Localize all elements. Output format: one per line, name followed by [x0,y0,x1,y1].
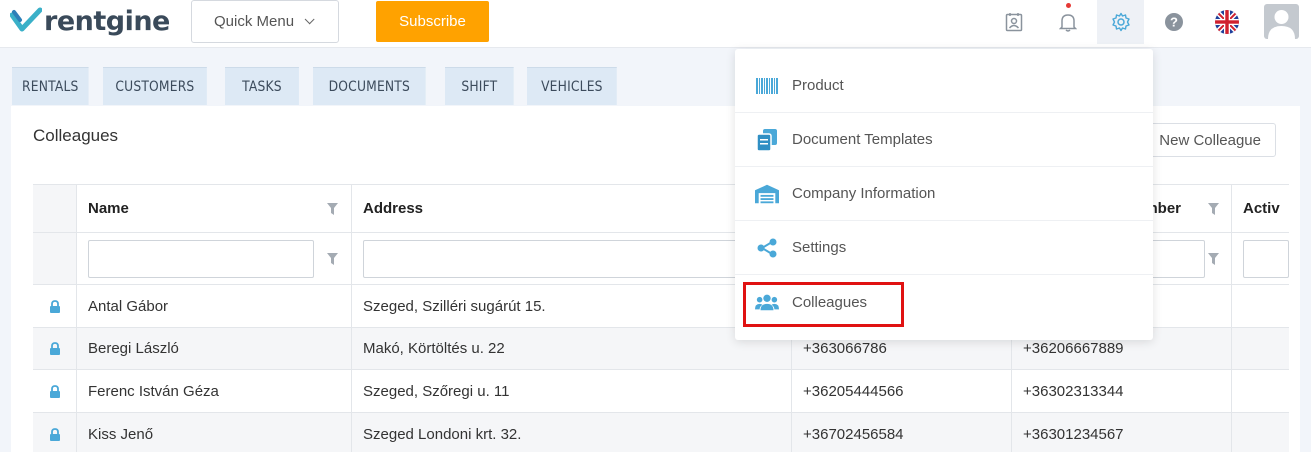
lock-icon [49,299,60,313]
phone-number-cell: +36301234567 [1012,413,1232,452]
name-filter-input[interactable] [88,239,314,278]
name-cell: Beregi László [77,328,352,369]
notification-dot [1066,3,1071,8]
lock-cell [33,370,77,412]
quick-menu-dropdown[interactable]: Quick Menu [191,0,339,43]
subscribe-button[interactable]: Subscribe [376,1,489,42]
address-cell: Szeged Londoni krt. 32. [352,413,792,452]
logo-icon [10,7,42,32]
warehouse-icon [755,182,779,206]
menu-item-label: Company Information [792,185,936,202]
address-cell: Szeged, Szilléri sugárút 15. [352,285,792,327]
user-avatar-icon [1268,10,1295,39]
help-icon[interactable]: ? [1158,6,1190,38]
lock-icon [49,342,60,355]
active-cell [1232,413,1289,452]
svg-text:?: ? [1170,15,1178,30]
user-avatar[interactable] [1264,4,1299,39]
tab-tasks[interactable]: TASKS [225,67,299,105]
filter-icon[interactable] [327,252,338,265]
header-name[interactable]: Name [77,185,352,232]
filter-icon[interactable] [1208,202,1219,215]
active-filter-input[interactable] [1243,239,1289,278]
header-lock-column [33,185,77,232]
lock-icon [49,427,60,441]
phone-cell: +36205444566 [792,370,1012,412]
calendar-contact-icon[interactable] [998,6,1030,38]
menu-item-product[interactable]: Product [735,59,1153,113]
table-row[interactable]: Ferenc István Géza Szeged, Szőregi u. 11… [33,370,1289,413]
quick-menu-label: Quick Menu [214,13,295,30]
active-cell [1232,370,1289,412]
phone-cell: +36702456584 [792,413,1012,452]
filter-cell-name [77,233,352,284]
main-tabs: RENTALS CUSTOMERS TASKS DOCUMENTS SHIFT … [12,67,629,105]
menu-item-settings[interactable]: Settings [735,221,1153,275]
top-bar: rentgine Quick Menu Subscribe ? [0,0,1311,48]
name-cell: Antal Gábor [77,285,352,327]
tab-documents[interactable]: DOCUMENTS [313,67,426,105]
lock-icon [49,384,60,398]
new-colleague-button[interactable]: New Colleague [1149,123,1276,157]
address-cell: Makó, Körtöltés u. 22 [352,328,792,369]
address-cell: Szeged, Szőregi u. 11 [352,370,792,412]
colleagues-highlight-box [743,282,904,327]
name-cell: Ferenc István Géza [77,370,352,412]
logo[interactable]: rentgine [10,5,170,37]
tab-customers[interactable]: CUSTOMERS [103,67,207,105]
menu-item-document-templates[interactable]: Document Templates [735,113,1153,167]
active-cell [1232,285,1289,327]
filter-cell-address [352,233,792,284]
menu-item-company-information[interactable]: Company Information [735,167,1153,221]
filter-lock-column [33,233,77,284]
table-row[interactable]: Kiss Jenő Szeged Londoni krt. 32. +36702… [33,413,1289,452]
header-address[interactable]: Address [352,185,792,232]
menu-item-label: Settings [792,239,847,256]
lock-cell [33,413,77,452]
brand-name: rentgine [44,5,170,37]
name-cell: Kiss Jenő [77,413,352,452]
share-icon [755,236,779,260]
page-title: Colleagues [33,126,119,145]
active-cell [1232,328,1289,369]
header-active[interactable]: Activ [1232,185,1289,232]
menu-item-label: Document Templates [792,131,933,148]
filter-cell-active [1232,233,1289,284]
address-filter-input[interactable] [363,239,783,278]
barcode-icon [755,74,779,98]
tab-vehicles[interactable]: VEHICLES [527,67,617,105]
filter-icon[interactable] [1208,252,1219,265]
phone-number-cell: +36302313344 [1012,370,1232,412]
lock-cell [33,285,77,327]
tab-rentals[interactable]: RENTALS [12,67,89,105]
filter-icon[interactable] [327,202,338,215]
uk-flag-icon[interactable] [1211,6,1243,38]
documents-icon [755,128,779,152]
menu-item-label: Product [792,77,844,94]
settings-gear-button[interactable] [1097,0,1144,44]
chevron-down-icon [304,14,315,25]
gear-icon [1111,12,1130,32]
lock-cell [33,328,77,369]
notification-bell-icon[interactable] [1052,6,1084,38]
tab-shift[interactable]: SHIFT [445,67,514,105]
